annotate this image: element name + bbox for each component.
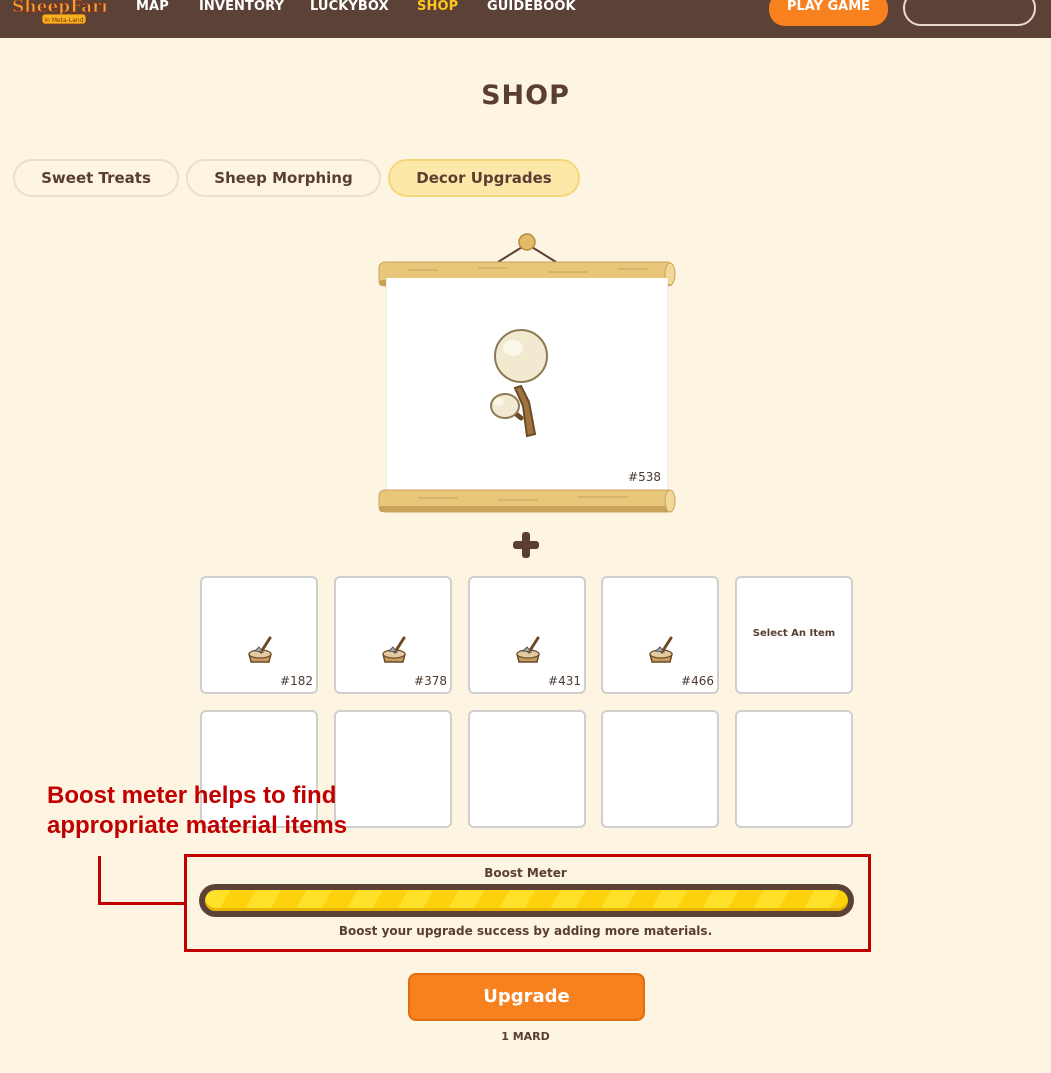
material-slot-empty[interactable] bbox=[468, 710, 586, 828]
nav-map[interactable]: MAP bbox=[136, 0, 169, 16]
main-item-canvas[interactable]: #538 bbox=[386, 278, 668, 496]
axe-stump-icon bbox=[248, 636, 272, 663]
tab-decor-upgrades[interactable]: Decor Upgrades bbox=[388, 159, 580, 197]
scroll-bottom-rod bbox=[378, 489, 676, 513]
material-slot-select[interactable]: Select An Item bbox=[735, 576, 853, 694]
wallet-button[interactable] bbox=[903, 0, 1036, 26]
boost-meter-description: Boost your upgrade success by adding mor… bbox=[338, 924, 713, 938]
boost-meter-fill bbox=[205, 890, 848, 911]
tab-sweet-treats[interactable]: Sweet Treats bbox=[13, 159, 179, 197]
upgrade-price: 1 MARD bbox=[501, 1030, 550, 1043]
upgrade-button[interactable]: Upgrade bbox=[408, 973, 645, 1021]
material-slot-empty[interactable] bbox=[735, 710, 853, 828]
page-title: SHOP bbox=[481, 80, 570, 111]
callout-connector bbox=[98, 856, 101, 905]
svg-text:in Meta-Land: in Meta-Land bbox=[44, 17, 83, 24]
main-item-id: #538 bbox=[628, 470, 661, 484]
nav-inventory[interactable]: INVENTORY bbox=[199, 0, 284, 16]
tree-icon bbox=[490, 329, 548, 438]
material-slot-4[interactable]: #466 bbox=[601, 576, 719, 694]
main-item-scroll: #538 bbox=[378, 232, 676, 518]
material-slot-id: #182 bbox=[280, 674, 313, 688]
material-slot-id: #431 bbox=[548, 674, 581, 688]
boost-meter-track bbox=[199, 884, 854, 917]
axe-stump-icon bbox=[649, 636, 673, 663]
material-slot-2[interactable]: #378 bbox=[334, 576, 452, 694]
top-navbar: SheepFarm in Meta-Land MAP INVENTORY LUC… bbox=[0, 0, 1051, 38]
material-slot-3[interactable]: #431 bbox=[468, 576, 586, 694]
play-game-button[interactable]: PLAY GAME bbox=[769, 0, 888, 26]
plus-icon bbox=[513, 532, 539, 558]
sheepfarm-logo[interactable]: SheepFarm in Meta-Land bbox=[10, 0, 106, 28]
annotation-note: Boost meter helps to find appropriate ma… bbox=[47, 781, 387, 841]
nav-shop[interactable]: SHOP bbox=[417, 0, 458, 16]
material-slot-id: #466 bbox=[681, 674, 714, 688]
nav-guidebook[interactable]: GUIDEBOOK bbox=[487, 0, 576, 16]
axe-stump-icon bbox=[516, 636, 540, 663]
tab-sheep-morphing[interactable]: Sheep Morphing bbox=[186, 159, 381, 197]
material-slot-id: #378 bbox=[414, 674, 447, 688]
select-item-label: Select An Item bbox=[752, 628, 836, 639]
annotation-line-2: appropriate material items bbox=[47, 812, 348, 839]
boost-meter-label: Boost Meter bbox=[484, 866, 567, 880]
callout-connector bbox=[98, 902, 186, 905]
material-slot-empty[interactable] bbox=[601, 710, 719, 828]
axe-stump-icon bbox=[382, 636, 406, 663]
nav-luckybox[interactable]: LUCKYBOX bbox=[310, 0, 389, 16]
annotation-line-1: Boost meter helps to find bbox=[47, 782, 337, 809]
material-slot-1[interactable]: #182 bbox=[200, 576, 318, 694]
